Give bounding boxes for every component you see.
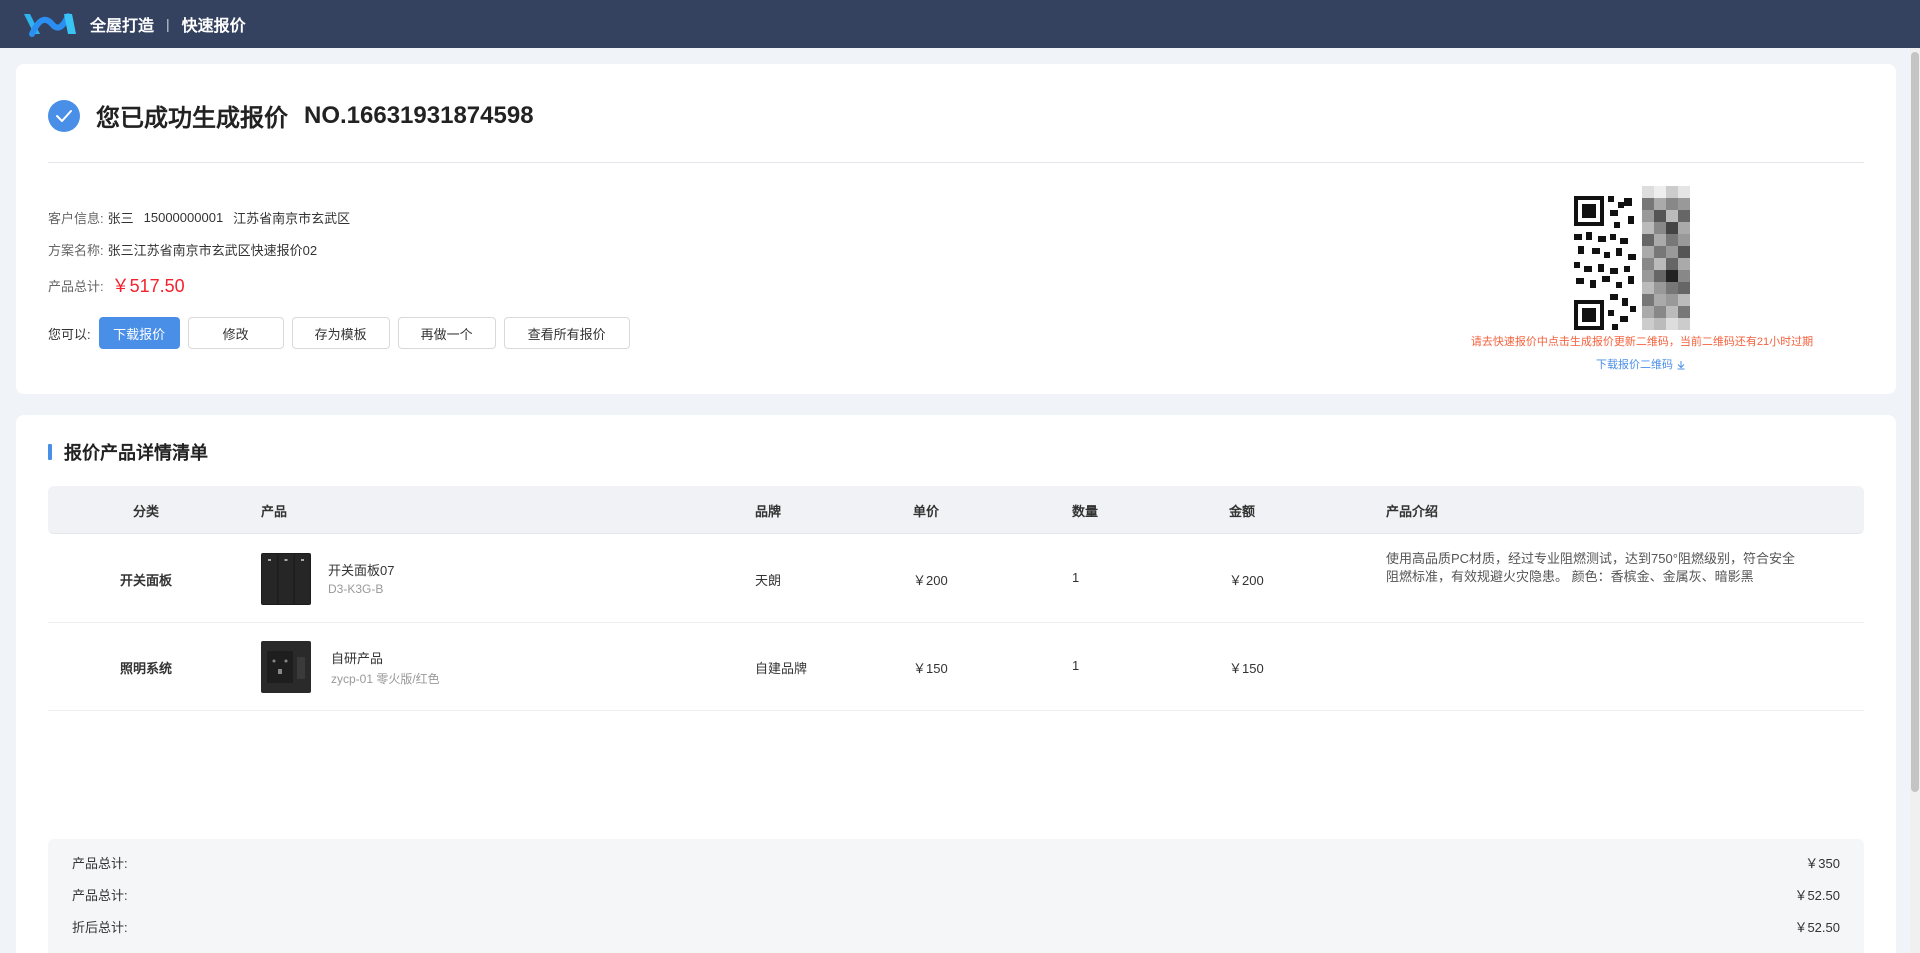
quote-result-card: 您已成功生成报价 NO.16631931874598 客户信息: 张三 1500… xyxy=(16,64,1896,394)
total-price: ￥517.50 xyxy=(111,276,185,296)
summary-label: 折后总计: xyxy=(72,920,128,935)
list-section-header: 报价产品详情清单 xyxy=(48,439,208,465)
order-number: NO.16631931874598 xyxy=(304,101,534,129)
column-header-amount: 金额 xyxy=(1229,504,1256,519)
customer-name: 张三 xyxy=(107,211,134,226)
column-header-category: 分类 xyxy=(133,504,160,519)
row-amount: ￥200 xyxy=(1229,573,1264,588)
page-title: 快速报价 xyxy=(181,18,246,35)
summary-label: 产品总计: xyxy=(72,856,128,871)
plan-info: 方案名称: 张三江苏省南京市玄武区快速报价02 xyxy=(48,240,317,259)
summary-value: ￥52.50 xyxy=(1794,888,1840,903)
summary-row: 产品总计: ￥350 xyxy=(72,853,1840,872)
row-brand: 天朗 xyxy=(755,573,782,588)
success-header: 您已成功生成报价 NO.16631931874598 xyxy=(48,98,534,133)
download-arrow-icon xyxy=(1677,361,1685,370)
row-quantity: 1 xyxy=(1072,570,1080,585)
table-row: 照明系统 自研产品 zycp-01 零火版/红色 自建品牌 ￥150 1 ￥15… xyxy=(48,623,1864,711)
column-header-brand: 品牌 xyxy=(755,504,782,519)
title-separator: | xyxy=(166,16,170,32)
column-header-intro: 产品介绍 xyxy=(1386,504,1439,519)
price-summary: 产品总计: ￥350 产品总计: ￥52.50 折后总计: ￥52.50 xyxy=(48,839,1864,953)
table-row: 开关面板 开关面板07 D3-K3G-B 天朗 ￥200 1 ￥200 使用高品… xyxy=(48,535,1864,623)
column-header-quantity: 数量 xyxy=(1072,504,1099,519)
product-name[interactable]: 开关面板07 xyxy=(328,560,394,579)
brand-logo-icon xyxy=(24,13,76,37)
top-bar: 全屋打造 | 快速报价 xyxy=(0,0,1920,48)
column-header-product: 产品 xyxy=(261,504,288,519)
row-category: 开关面板 xyxy=(120,573,173,588)
customer-info-label: 客户信息: xyxy=(48,211,104,226)
table-header: 分类 产品 品牌 单价 数量 金额 产品介绍 xyxy=(48,486,1864,534)
qr-expiry-notice: 请去快速报价中点击生成报价更新二维码，当前二维码还有21小时过期 xyxy=(1470,336,1814,348)
customer-address: 江苏省南京市玄武区 xyxy=(233,211,351,226)
success-check-icon xyxy=(48,99,80,132)
plan-name: 张三江苏省南京市玄武区快速报价02 xyxy=(107,243,318,258)
plan-name-label: 方案名称: xyxy=(48,243,104,258)
actions-label: 您可以: xyxy=(48,326,91,342)
summary-row: 折后总计: ￥52.50 xyxy=(72,917,1840,936)
row-quantity: 1 xyxy=(1072,658,1080,673)
app-title: 全屋打造 xyxy=(90,18,155,35)
download-quote-button[interactable]: 下载报价 xyxy=(98,317,180,349)
scrollbar-thumb[interactable] xyxy=(1911,52,1919,792)
column-header-unit-price: 单价 xyxy=(913,504,940,519)
summary-value: ￥52.50 xyxy=(1794,920,1840,935)
quote-product-list-card: 报价产品详情清单 分类 产品 品牌 单价 数量 金额 产品介绍 开关面板 开关面… xyxy=(16,415,1896,953)
summary-row: 产品总计: ￥52.50 xyxy=(72,885,1840,904)
row-unit-price: ￥200 xyxy=(913,573,948,588)
row-category: 照明系统 xyxy=(120,661,173,676)
product-code: zycp-01 零火版/红色 xyxy=(331,672,440,686)
summary-label: 产品总计: xyxy=(72,888,128,903)
section-title: 报价产品详情清单 xyxy=(64,443,208,463)
save-template-button[interactable]: 存为模板 xyxy=(291,317,390,349)
row-intro: 使用高品质PC材质，经过专业阻燃测试，达到750°阻燃级别，符合安全阻燃标准，有… xyxy=(1386,551,1795,584)
customer-info: 客户信息: 张三 15000000001 江苏省南京市玄武区 xyxy=(48,208,350,227)
row-brand: 自建品牌 xyxy=(755,661,808,676)
divider xyxy=(48,162,1864,163)
redo-button[interactable]: 再做一个 xyxy=(397,317,496,349)
customer-phone: 15000000001 xyxy=(143,210,224,225)
product-thumbnail-socket[interactable] xyxy=(261,641,311,693)
download-qr-link[interactable]: 下载报价二维码 xyxy=(1556,356,1726,372)
total-label: 产品总计: xyxy=(48,278,104,294)
edit-button[interactable]: 修改 xyxy=(187,317,284,349)
product-thumbnail-switch-panel[interactable] xyxy=(261,553,311,605)
success-title: 您已成功生成报价 xyxy=(96,105,288,132)
view-all-quotes-button[interactable]: 查看所有报价 xyxy=(503,317,630,349)
product-code: D3-K3G-B xyxy=(328,582,384,596)
action-bar: 您可以: 下载报价 修改 存为模板 再做一个 查看所有报价 xyxy=(48,317,638,349)
quote-qr-code xyxy=(1558,176,1718,336)
summary-value: ￥350 xyxy=(1805,856,1840,871)
row-amount: ￥150 xyxy=(1229,661,1264,676)
title-accent-bar xyxy=(48,444,52,460)
product-name[interactable]: 自研产品 xyxy=(331,648,383,667)
row-unit-price: ￥150 xyxy=(913,661,948,676)
total-info: 产品总计: ￥517.50 xyxy=(48,272,185,298)
download-qr-label[interactable]: 下载报价二维码 xyxy=(1596,359,1673,371)
